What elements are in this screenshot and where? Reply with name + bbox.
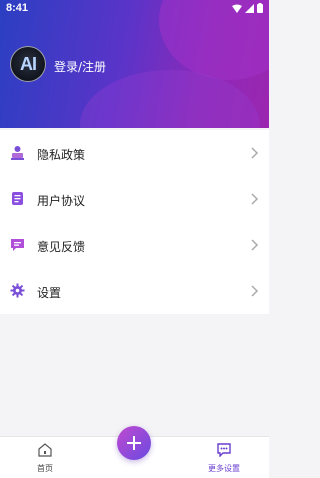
chevron-right-icon (251, 193, 259, 205)
menu-item-label: 意见反馈 (37, 240, 86, 254)
user-agreement-icon (12, 192, 23, 205)
avatar-logo-text: AI (20, 53, 37, 74)
nav-more-settings[interactable]: 更多设置 (203, 442, 245, 474)
settings-menu: 隐私政策 用户协议 意见反馈 设置 (0, 130, 269, 314)
system-icons (232, 3, 263, 13)
plus-icon (127, 436, 141, 450)
chevron-right-icon (251, 239, 259, 251)
menu-item-label: 用户协议 (37, 194, 86, 208)
settings-icon (10, 283, 25, 298)
status-time: 8:41 (6, 2, 29, 14)
chevron-right-icon (251, 285, 259, 297)
profile-header: 8:41 AI 登录/注册 (0, 0, 269, 128)
nav-home-label: 首页 (37, 464, 53, 473)
feedback-icon (11, 239, 24, 251)
more-settings-icon (217, 443, 231, 458)
menu-item-settings[interactable]: 设置 (0, 268, 269, 314)
nav-home[interactable]: 首页 (30, 442, 60, 474)
add-button[interactable] (117, 426, 151, 460)
menu-item-label: 隐私政策 (37, 148, 86, 162)
login-register-link[interactable]: 登录/注册 (54, 58, 106, 75)
menu-item-feedback[interactable]: 意见反馈 (0, 222, 269, 268)
battery-icon (257, 3, 263, 13)
chevron-right-icon (251, 147, 259, 159)
status-bar: 8:41 (0, 0, 269, 18)
menu-item-user-agreement[interactable]: 用户协议 (0, 176, 269, 222)
wifi-icon (232, 4, 242, 13)
home-icon (38, 443, 52, 457)
nav-more-label: 更多设置 (208, 464, 240, 473)
signal-icon (245, 3, 254, 13)
menu-item-label: 设置 (37, 286, 62, 300)
avatar[interactable]: AI (10, 46, 46, 82)
privacy-policy-icon (11, 146, 24, 160)
menu-item-privacy-policy[interactable]: 隐私政策 (0, 130, 269, 176)
